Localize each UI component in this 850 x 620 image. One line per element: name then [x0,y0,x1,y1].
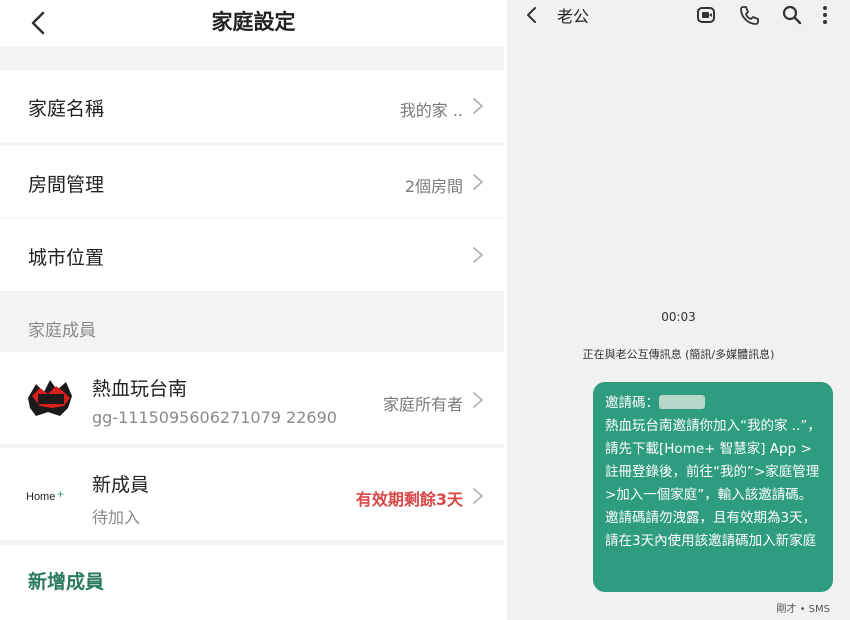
row-label: 家庭名稱 [28,98,105,120]
row-family-name[interactable]: 家庭名稱 我的家 .. [0,70,507,142]
message-line: 邀請碼請勿洩露，且有效期為3天，請在3天內使用該邀請碼加入新家庭 [605,510,817,549]
svg-text:Home: Home [26,491,55,503]
family-settings-screen: 家庭設定 家庭名稱 我的家 .. 房間管理 2個房間 城市位置 家庭成員 熱血玩… [0,0,507,620]
members-section-title: 家庭成員 [28,321,96,341]
add-member-row: 新增成員 [0,545,507,620]
chevron-right-icon [473,98,483,114]
member-id: gg-1115095606271079 22690 [92,408,337,427]
message-line: 邀請碼： [605,392,821,415]
redacted-code [659,395,705,409]
contact-name: 老公 [557,7,590,26]
row-city-location[interactable]: 城市位置 [0,219,507,291]
row-value: 我的家 .. [399,101,463,120]
member-name: 熱血玩台南 [92,378,188,400]
member-row-owner[interactable]: 熱血玩台南 gg-1115095606271079 22690 家庭所有者 [0,352,507,444]
sms-conversation-screen: 老公 00:03 正在與老公互傳訊息 (簡訊/多媒體訊息) 邀請碼： 熱血玩台南… [507,0,850,620]
row-label: 房間管理 [28,174,105,196]
call-timer: 00:03 [661,310,696,324]
add-member-button[interactable]: 新增成員 [28,567,104,594]
search-icon[interactable] [781,4,803,26]
settings-header: 家庭設定 [0,0,507,46]
member-avatar [28,380,72,416]
chevron-right-icon [473,488,483,504]
chevron-right-icon [473,392,483,408]
member-name: 新成員 [92,474,150,496]
page-title: 家庭設定 [211,10,296,34]
row-value: 2個房間 [404,177,463,196]
chat-header: 老公 [507,0,850,30]
message-bubble[interactable]: 邀請碼： 熱血玩台南邀請你加入“我的家 ..”，請先下載[Home+ 智慧家] … [593,382,833,592]
home-plus-logo: Home + [26,487,64,503]
svg-text:+: + [57,487,64,501]
chevron-right-icon [473,174,483,190]
conversation-info: 正在與老公互傳訊息 (簡訊/多媒體訊息) [582,348,775,361]
chevron-right-icon [473,247,483,263]
video-call-icon[interactable] [695,4,717,26]
row-label: 城市位置 [28,247,105,269]
back-arrow-icon[interactable] [523,5,541,25]
invite-code-label: 邀請碼： [605,395,659,411]
row-room-management[interactable]: 房間管理 2個房間 [0,146,507,218]
message-line: 熱血玩台南邀請你加入“我的家 ..”，請先下載[Home+ 智慧家] App >… [605,418,821,503]
member-status: 待加入 [92,508,141,527]
phone-icon[interactable] [738,4,760,26]
member-row-pending[interactable]: Home + 新成員 待加入 有效期剩餘3天 [0,448,507,540]
message-timestamp: 剛才 • SMS [776,604,830,615]
more-options-icon[interactable] [819,4,831,26]
member-role: 家庭所有者 [382,395,463,414]
invite-expiry-badge: 有效期剩餘3天 [355,490,463,509]
